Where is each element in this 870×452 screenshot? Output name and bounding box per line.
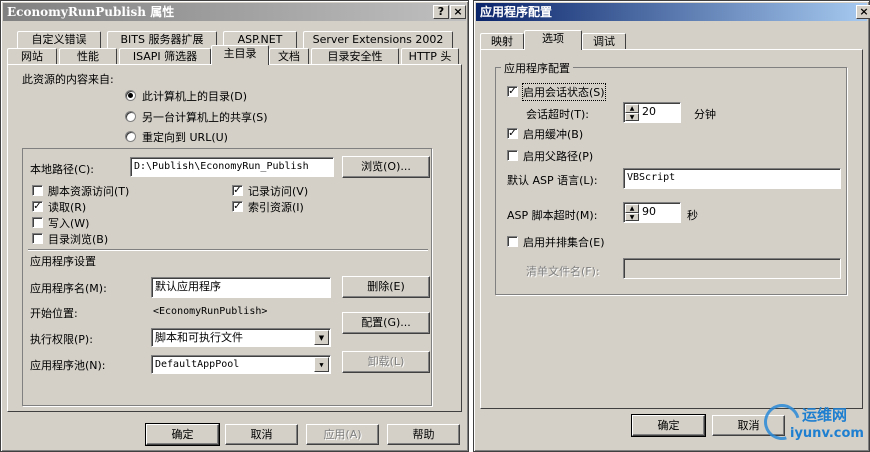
properties-title: EconomyRunPublish 属性 [7,5,175,19]
tab-home-directory[interactable]: 主目录 [211,45,269,65]
help-title-button[interactable]: ? [433,5,449,19]
checkbox-script-source-access-label: 脚本资源访问(T) [48,185,130,198]
app-name-label: 应用程序名(M): [30,282,107,295]
tab-directory-security[interactable]: 目录安全性 [311,48,399,65]
app-config-group-label: 应用程序配置 [501,60,573,76]
radio-local-directory-label: 此计算机上的目录(D) [142,90,248,103]
checkbox-index-resource-label: 索引资源(I) [248,201,304,214]
options-panel: 应用程序配置 ✓ 启用会话状态(S) 会话超时(T): 20 ▲ ▼ 分钟 ✓ … [480,49,863,409]
tab-bits[interactable]: BITS 服务器扩展 [107,31,217,48]
app-pool-label: 应用程序池(N): [30,359,106,372]
session-timeout-unit: 分钟 [694,108,716,121]
config-ok-button[interactable]: 确定 [631,414,706,437]
radio-redirect-url[interactable] [125,131,136,142]
checkbox-directory-browsing-label: 目录浏览(B) [48,233,109,246]
spin-up-icon[interactable]: ▲ [625,204,639,213]
local-path-label: 本地路径(C): [30,163,94,176]
start-position-value: <EconomyRunPublish> [153,306,268,317]
manifest-file-input[interactable] [623,258,841,279]
execute-permissions-dropdown-icon[interactable]: ▼ [314,330,329,345]
checkbox-write[interactable] [32,217,43,228]
asp-script-timeout-spinner[interactable]: ▲ ▼ [625,204,639,221]
app-pool-dropdown-icon[interactable]: ▼ [314,357,329,372]
app-pool-value: DefaultAppPool [155,359,240,370]
spin-up-icon[interactable]: ▲ [625,104,639,113]
checkbox-write-label: 写入(W) [48,217,90,230]
tab-documents[interactable]: 文档 [269,48,309,65]
tab-mappings[interactable]: 映射 [480,33,524,50]
session-timeout-value: 20 [642,105,656,118]
checkbox-enable-session[interactable]: ✓ [507,86,518,97]
checkbox-script-source-access[interactable] [32,185,43,196]
radio-redirect-url-label: 重定向到 URL(U) [142,131,228,144]
unload-button[interactable]: 卸载(L) [342,351,430,373]
asp-script-timeout-label: ASP 脚本超时(M): [507,209,598,222]
app-settings-divider [28,249,428,251]
home-directory-panel: 此资源的内容来自: 此计算机上的目录(D) 另一台计算机上的共享(S) 重定向到… [7,64,462,412]
manifest-file-label: 清单文件名(F): [526,265,600,278]
local-path-input[interactable]: D:\Publish\EconomyRun_Publish [130,157,334,177]
checkbox-enable-buffer-label: 启用缓冲(B) [523,128,584,141]
radio-network-share[interactable] [125,111,136,122]
tab-website[interactable]: 网站 [7,48,57,65]
checkbox-log-visits-label: 记录访问(V) [248,185,309,198]
tab-server-extensions[interactable]: Server Extensions 2002 [303,31,453,48]
app-settings-label: 应用程序设置 [30,255,96,268]
checkbox-directory-browsing[interactable] [32,233,43,244]
execute-permissions-label: 执行权限(P): [30,333,93,346]
checkbox-enable-parent-path[interactable] [507,150,518,161]
properties-title-bar: EconomyRunPublish 属性 [3,3,466,21]
watermark-line1: 运维网 [802,406,848,424]
app-config-title-bar: 应用程序配置 [476,3,867,21]
asp-script-timeout-value: 90 [642,205,656,218]
checkbox-enable-parent-path-label: 启用父路径(P) [523,150,594,163]
radio-network-share-label: 另一台计算机上的共享(S) [142,111,268,124]
spin-down-icon[interactable]: ▼ [625,112,639,121]
radio-local-directory[interactable] [125,90,136,101]
watermark-logo: 运维网 iyunv.com [757,397,868,448]
tab-options[interactable]: 选项 [524,30,582,50]
watermark-line2: iyunv.com [790,426,864,441]
remove-button[interactable]: 删除(E) [342,276,430,298]
start-position-label: 开始位置: [30,307,78,320]
help-button[interactable]: 帮助 [387,424,460,445]
session-timeout-label: 会话超时(T): [526,108,590,121]
tab-isapi-filters[interactable]: ISAPI 筛选器 [119,48,211,65]
session-timeout-spinner[interactable]: ▲ ▼ [625,104,639,121]
execute-permissions-select[interactable]: 脚本和可执行文件 ▼ [151,328,331,347]
app-config-close-button[interactable]: × [856,5,870,19]
configure-button[interactable]: 配置(G)... [342,312,430,334]
close-title-button[interactable]: × [450,5,466,19]
checkbox-enable-session-label: 启用会话状态(S) [522,83,606,101]
app-name-input[interactable]: 默认应用程序 [151,277,331,298]
tab-http-headers[interactable]: HTTP 头 [401,48,459,65]
checkbox-read[interactable]: ✓ [32,201,43,212]
spin-down-icon[interactable]: ▼ [625,212,639,221]
checkbox-side-by-side[interactable] [507,236,518,247]
tab-debugging[interactable]: 调试 [582,33,626,50]
tab-performance[interactable]: 性能 [59,48,117,65]
properties-dialog: EconomyRunPublish 属性 ? × 自定义错误 BITS 服务器扩… [0,0,469,452]
content-source-label: 此资源的内容来自: [22,73,114,86]
tab-custom-errors[interactable]: 自定义错误 [17,31,101,48]
app-pool-select[interactable]: DefaultAppPool ▼ [151,355,331,374]
checkbox-read-label: 读取(R) [48,201,87,214]
execute-permissions-value: 脚本和可执行文件 [155,331,243,344]
checkbox-index-resource[interactable]: ✓ [232,201,243,212]
app-config-title: 应用程序配置 [480,5,553,19]
browse-button[interactable]: 浏览(O)... [342,156,430,178]
checkbox-log-visits[interactable]: ✓ [232,185,243,196]
ok-button[interactable]: 确定 [145,423,220,446]
default-asp-language-input[interactable]: VBScript [623,168,841,189]
asp-script-timeout-unit: 秒 [687,209,698,222]
cancel-button[interactable]: 取消 [225,424,298,445]
app-config-dialog: 应用程序配置 × 映射 选项 调试 应用程序配置 ✓ 启用会话状态(S) 会话超… [473,0,870,452]
checkbox-enable-buffer[interactable]: ✓ [507,128,518,139]
apply-button[interactable]: 应用(A) [306,424,379,445]
checkbox-side-by-side-label: 启用并排集合(E) [523,236,605,249]
default-asp-language-label: 默认 ASP 语言(L): [507,174,598,187]
